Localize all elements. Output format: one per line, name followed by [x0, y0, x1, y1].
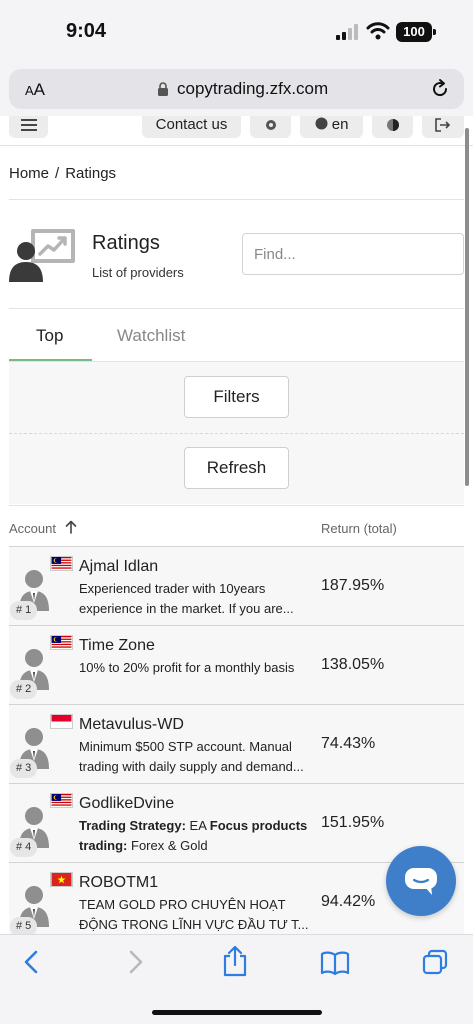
hamburger-icon [20, 119, 37, 131]
provider-description: TEAM GOLD PRO CHUYÊN HOẠT ĐỘNG TRONG LĨN… [79, 897, 309, 932]
ratings-presentation-icon [9, 229, 75, 282]
back-icon[interactable] [21, 949, 43, 975]
provider-name[interactable]: Ajmal Idlan [79, 558, 158, 576]
provider-name[interactable]: Time Zone [79, 637, 155, 655]
address-bar[interactable]: AA copytrading.zfx.com [9, 69, 464, 109]
settings-button[interactable] [250, 116, 291, 138]
battery-icon: 100 [396, 22, 436, 42]
tabs-icon[interactable] [422, 949, 448, 975]
provider-return: 74.43% [321, 735, 376, 752]
tab-watchlist[interactable]: Watchlist [117, 326, 185, 346]
page: 9:04 100 AA copytrading.zfx.com Contact … [0, 0, 473, 1024]
status-time: 9:04 [66, 20, 107, 42]
provider-description: Experienced trader with 10years experien… [79, 581, 294, 616]
breadcrumb: Home / Ratings [9, 165, 116, 182]
chat-bubble-icon [405, 868, 437, 895]
provider-name[interactable]: Metavulus-WD [79, 716, 184, 734]
focus-value: Forex & Gold [127, 838, 208, 853]
browser-toolbar [0, 934, 473, 1024]
page-scrollbar[interactable] [465, 128, 469, 486]
refresh-button[interactable]: Refresh [184, 447, 289, 489]
contrast-icon [386, 119, 399, 131]
text-size-button[interactable]: AA [25, 80, 45, 100]
gear-icon [265, 120, 276, 130]
table-row[interactable]: # 2 Time Zone 10% to 20% profit for a mo… [9, 626, 464, 705]
breadcrumb-current: Ratings [65, 165, 117, 182]
site-header: Contact us en [0, 116, 473, 146]
tab-top[interactable]: Top [36, 326, 63, 346]
bookmarks-icon[interactable] [320, 951, 350, 975]
reload-icon[interactable] [429, 78, 451, 100]
status-bar: 9:04 100 [0, 0, 473, 62]
malaysia-flag-icon [50, 635, 73, 650]
globe-icon [315, 117, 328, 130]
contact-us-button[interactable]: Contact us [142, 116, 241, 138]
divider [9, 199, 464, 200]
cellular-signal-icon [336, 24, 358, 40]
strategy-label: Trading Strategy: [79, 818, 186, 833]
browser-address-area: AA copytrading.zfx.com [0, 62, 473, 116]
breadcrumb-home[interactable]: Home [9, 165, 49, 182]
provider-description: Trading Strategy: EA Focus products trad… [79, 816, 315, 856]
table-row[interactable]: # 1 Ajmal Idlan Experienced trader with … [9, 547, 464, 626]
breadcrumb-separator: / [55, 165, 60, 182]
page-subtitle: List of providers [92, 265, 184, 280]
provider-name[interactable]: GodlikeDvine [79, 795, 174, 813]
url-text[interactable]: copytrading.zfx.com [177, 79, 328, 99]
provider-return: 151.95% [321, 814, 385, 831]
language-label: en [331, 116, 349, 133]
logout-icon [435, 118, 451, 132]
search-input[interactable] [242, 233, 464, 275]
menu-button[interactable] [9, 116, 48, 138]
home-indicator [152, 1010, 322, 1015]
provider-description: Minimum $500 STP account. Manual trading… [79, 739, 304, 774]
rank-badge: # 3 [10, 759, 38, 778]
filters-button[interactable]: Filters [184, 376, 289, 418]
theme-toggle-button[interactable] [372, 116, 413, 138]
language-button[interactable]: en [300, 116, 363, 138]
vietnam-flag-icon [50, 872, 73, 887]
rank-badge: # 5 [10, 917, 38, 934]
provider-name[interactable]: ROBOTM1 [79, 874, 158, 892]
lock-icon [158, 82, 168, 96]
page-title: Ratings [92, 232, 160, 254]
strategy-value: EA [185, 818, 210, 833]
column-header-account[interactable]: Account [9, 521, 56, 536]
malaysia-flag-icon [50, 793, 73, 808]
malaysia-flag-icon [50, 556, 73, 571]
rank-badge: # 1 [10, 601, 38, 620]
provider-description: 10% to 20% profit for a monthly basis [79, 660, 295, 675]
indonesia-flag-icon [50, 714, 73, 729]
column-header-return[interactable]: Return (total) [321, 521, 397, 536]
provider-return: 94.42% [321, 893, 376, 910]
logout-button[interactable] [422, 116, 464, 138]
sort-arrow-up-icon[interactable] [65, 520, 77, 534]
table-header: Account Return (total) [9, 505, 464, 547]
table-row[interactable]: # 4 GodlikeDvine Trading Strategy: EA Fo… [9, 784, 464, 863]
share-icon[interactable] [222, 945, 248, 977]
wifi-icon [366, 22, 390, 40]
table-row[interactable]: # 3 Metavulus-WD Minimum $500 STP accoun… [9, 705, 464, 784]
divider [9, 308, 464, 309]
rank-badge: # 2 [10, 680, 38, 699]
provider-return: 138.05% [321, 656, 385, 673]
dashed-divider [9, 433, 464, 434]
rank-badge: # 4 [10, 838, 38, 857]
provider-return: 187.95% [321, 577, 385, 594]
chat-button[interactable] [386, 846, 456, 916]
forward-icon[interactable] [124, 949, 146, 975]
